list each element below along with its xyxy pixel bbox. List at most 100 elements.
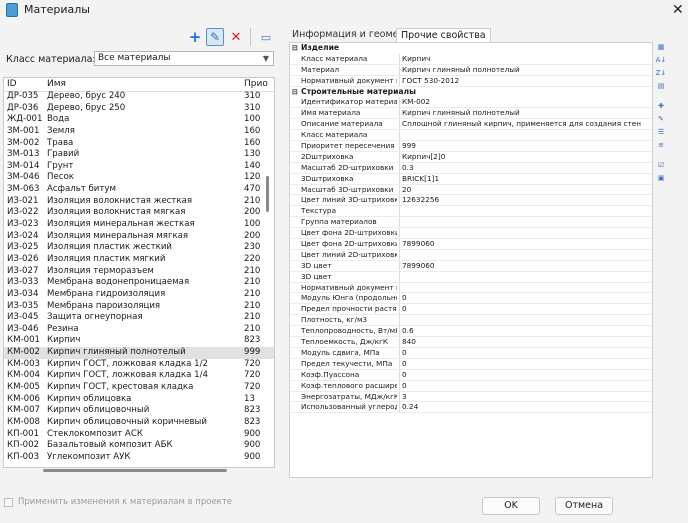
- list-item[interactable]: ЗМ-002 Трава 160: [4, 138, 274, 150]
- list-item[interactable]: ИЗ-022 Изоляция волокнистая мягкая 200: [4, 207, 274, 219]
- property-value[interactable]: [399, 315, 649, 326]
- property-value[interactable]: Кирпич[2]0: [399, 151, 649, 162]
- list-item[interactable]: КМ-003 Кирпич ГОСТ, ложковая кладка 1/2 72…: [4, 359, 274, 371]
- column-header-priority[interactable]: Прио: [244, 79, 268, 89]
- property-row[interactable]: Имя материала Кирпич глиняный полнотелый: [290, 108, 652, 120]
- list-item[interactable]: КМ-004 Кирпич ГОСТ, ложковая кладка 1/4 72…: [4, 370, 274, 382]
- property-row[interactable]: Масштаб 2D-штриховки 0.3: [290, 162, 652, 174]
- list-item[interactable]: ИЗ-021 Изоляция волокнистая жесткая 210: [4, 196, 274, 208]
- property-value[interactable]: 0.24: [399, 402, 649, 413]
- property-value[interactable]: BRICK[1]1: [399, 173, 649, 184]
- property-row[interactable]: Теплоемкость, Дж/кгК 840: [290, 337, 652, 348]
- property-value[interactable]: 0.6: [399, 326, 649, 337]
- property-row[interactable]: Текстура: [290, 206, 652, 218]
- cancel-button[interactable]: Отмена: [555, 497, 613, 515]
- list-item[interactable]: КП-003 Углекомпозит АУК 900: [4, 452, 274, 464]
- list-item[interactable]: ИЗ-023 Изоляция минеральная жесткая 100: [4, 219, 274, 231]
- sort-az-icon[interactable]: A↓: [655, 55, 667, 65]
- property-value[interactable]: 0: [399, 304, 649, 315]
- property-value[interactable]: Сплошной глиняный кирпич, применяется дл…: [399, 119, 649, 130]
- property-row[interactable]: Цвет линий 2D-штриховки: [290, 249, 652, 261]
- list-item[interactable]: КМ-002 Кирпич глиняный полнотелый 999: [4, 347, 274, 359]
- property-lines-icon[interactable]: ≡: [655, 140, 667, 150]
- list-item[interactable]: ИЗ-026 Изоляция пластик мягкий 220: [4, 254, 274, 266]
- property-value[interactable]: Кирпич глиняный полнотелый: [399, 64, 649, 75]
- manage-button[interactable]: ▭: [257, 28, 275, 46]
- property-row[interactable]: Нормативный документ на...ГОСТ 530-2012: [290, 75, 652, 87]
- property-row[interactable]: Класс материала: [290, 130, 652, 142]
- property-value[interactable]: 3: [399, 391, 649, 402]
- property-row[interactable]: Приоритет пересечения 999: [290, 141, 652, 152]
- property-row[interactable]: Нормативный документ на...: [290, 282, 652, 294]
- property-value[interactable]: 7899060: [399, 260, 649, 271]
- property-row[interactable]: Группа материалов: [290, 217, 652, 229]
- property-row[interactable]: Предел прочности растяж...0: [290, 304, 652, 316]
- property-row[interactable]: Энергозатраты, МДж/кгК 3: [290, 391, 652, 403]
- tab-other-properties[interactable]: Прочие свойства: [396, 28, 491, 43]
- property-value[interactable]: 20: [399, 184, 649, 195]
- property-edit-icon[interactable]: ✎: [655, 114, 667, 124]
- property-row[interactable]: Цвет фона 2D-штриховки 7899060: [290, 239, 652, 250]
- horizontal-scrollbar[interactable]: [43, 469, 227, 472]
- column-header-name[interactable]: Имя: [47, 79, 66, 89]
- property-value[interactable]: [399, 217, 649, 228]
- property-value[interactable]: 0.3: [399, 162, 649, 173]
- property-value[interactable]: 12632256: [399, 195, 649, 206]
- property-row[interactable]: Описание материала Сплошной глиняный кирп…: [290, 119, 652, 131]
- list-item[interactable]: ИЗ-027 Изоляция терморазъем 210: [4, 266, 274, 278]
- property-value[interactable]: 999: [399, 141, 649, 151]
- property-value[interactable]: [399, 130, 649, 141]
- edit-material-button[interactable]: ✎: [206, 28, 224, 46]
- list-item[interactable]: ИЗ-025 Изоляция пластик жесткий 230: [4, 242, 274, 254]
- property-row[interactable]: Теплопроводность, Вт/мК 0.6: [290, 326, 652, 338]
- property-add-icon[interactable]: ✚: [655, 101, 667, 111]
- property-table-icon[interactable]: ▣: [655, 173, 667, 183]
- list-item[interactable]: ИЗ-033 Мембрана водонепроницаемая 210: [4, 277, 274, 289]
- property-value[interactable]: КМ-002: [399, 97, 649, 108]
- materials-list[interactable]: ID Имя Прио ДР-035 Дерево, брус 240 310 ДР-…: [3, 77, 275, 468]
- property-row[interactable]: 2Dштриховка Кирпич[2]0: [290, 151, 652, 163]
- property-value[interactable]: 0: [399, 293, 649, 304]
- list-item[interactable]: КМ-008 Кирпич облицовочный коричневый 823: [4, 417, 274, 429]
- property-value[interactable]: [399, 271, 649, 282]
- property-row[interactable]: 3Dштриховка BRICK[1]1: [290, 173, 652, 185]
- property-row[interactable]: Масштаб 3D-штриховки 20: [290, 184, 652, 196]
- grid-settings-icon[interactable]: ▤: [655, 81, 667, 91]
- class-filter-select[interactable]: Все материалы ▼: [94, 51, 274, 66]
- collapse-icon[interactable]: ⊟: [292, 87, 298, 98]
- list-item[interactable]: КМ-005 Кирпич ГОСТ, крестовая кладка 720: [4, 382, 274, 394]
- list-item[interactable]: ЗМ-014 Грунт 140: [4, 161, 274, 173]
- property-value[interactable]: [399, 206, 649, 217]
- property-row[interactable]: 3D цвет: [290, 271, 652, 283]
- apply-to-project[interactable]: Применить изменения к материалам в проек…: [4, 497, 232, 507]
- collapse-icon[interactable]: ⊟: [292, 43, 298, 54]
- list-item[interactable]: ИЗ-034 Мембрана гидроизоляция 210: [4, 289, 274, 301]
- property-row[interactable]: Материал Кирпич глиняный полнотелый: [290, 64, 652, 76]
- property-value[interactable]: ГОСТ 530-2012: [399, 75, 649, 86]
- close-icon[interactable]: ✕: [672, 0, 684, 20]
- list-item[interactable]: ЗМ-046 Песок 120: [4, 172, 274, 184]
- property-row[interactable]: Предел текучести, МПа 0: [290, 358, 652, 370]
- property-row[interactable]: Модуль Юнга (продольной ...0: [290, 293, 652, 305]
- property-list-icon[interactable]: ☰: [655, 127, 667, 137]
- property-row[interactable]: Цвет фона 2D-штриховки: [290, 228, 652, 240]
- property-value[interactable]: 0: [399, 380, 649, 391]
- property-value[interactable]: 7899060: [399, 239, 649, 249]
- property-value[interactable]: [399, 249, 649, 260]
- property-value[interactable]: Кирпич: [399, 53, 649, 64]
- list-item[interactable]: ИЗ-045 Защита огнеупорная 210: [4, 312, 274, 324]
- categorized-icon[interactable]: ▦: [655, 42, 667, 52]
- property-value[interactable]: 0: [399, 358, 649, 369]
- property-row[interactable]: Использованный углерод,...0.24: [290, 402, 652, 414]
- property-value[interactable]: 840: [399, 337, 649, 347]
- column-header-id[interactable]: ID: [7, 79, 17, 89]
- list-item[interactable]: КМ-006 Кирпич облицовка 13: [4, 394, 274, 406]
- list-item[interactable]: КП-002 Базальтовый композит АБК 900: [4, 440, 274, 452]
- list-item[interactable]: КМ-001 Кирпич 823: [4, 335, 274, 347]
- property-value[interactable]: [399, 282, 649, 293]
- list-item[interactable]: ДР-035 Дерево, брус 240 310: [4, 91, 274, 103]
- property-row[interactable]: Коэф.Пуассона 0: [290, 369, 652, 381]
- list-item[interactable]: КП-001 Стеклокомпозит АСК 900: [4, 429, 274, 441]
- property-row[interactable]: Плотность, кг/м3: [290, 315, 652, 327]
- property-row[interactable]: 3D цвет 7899060: [290, 260, 652, 272]
